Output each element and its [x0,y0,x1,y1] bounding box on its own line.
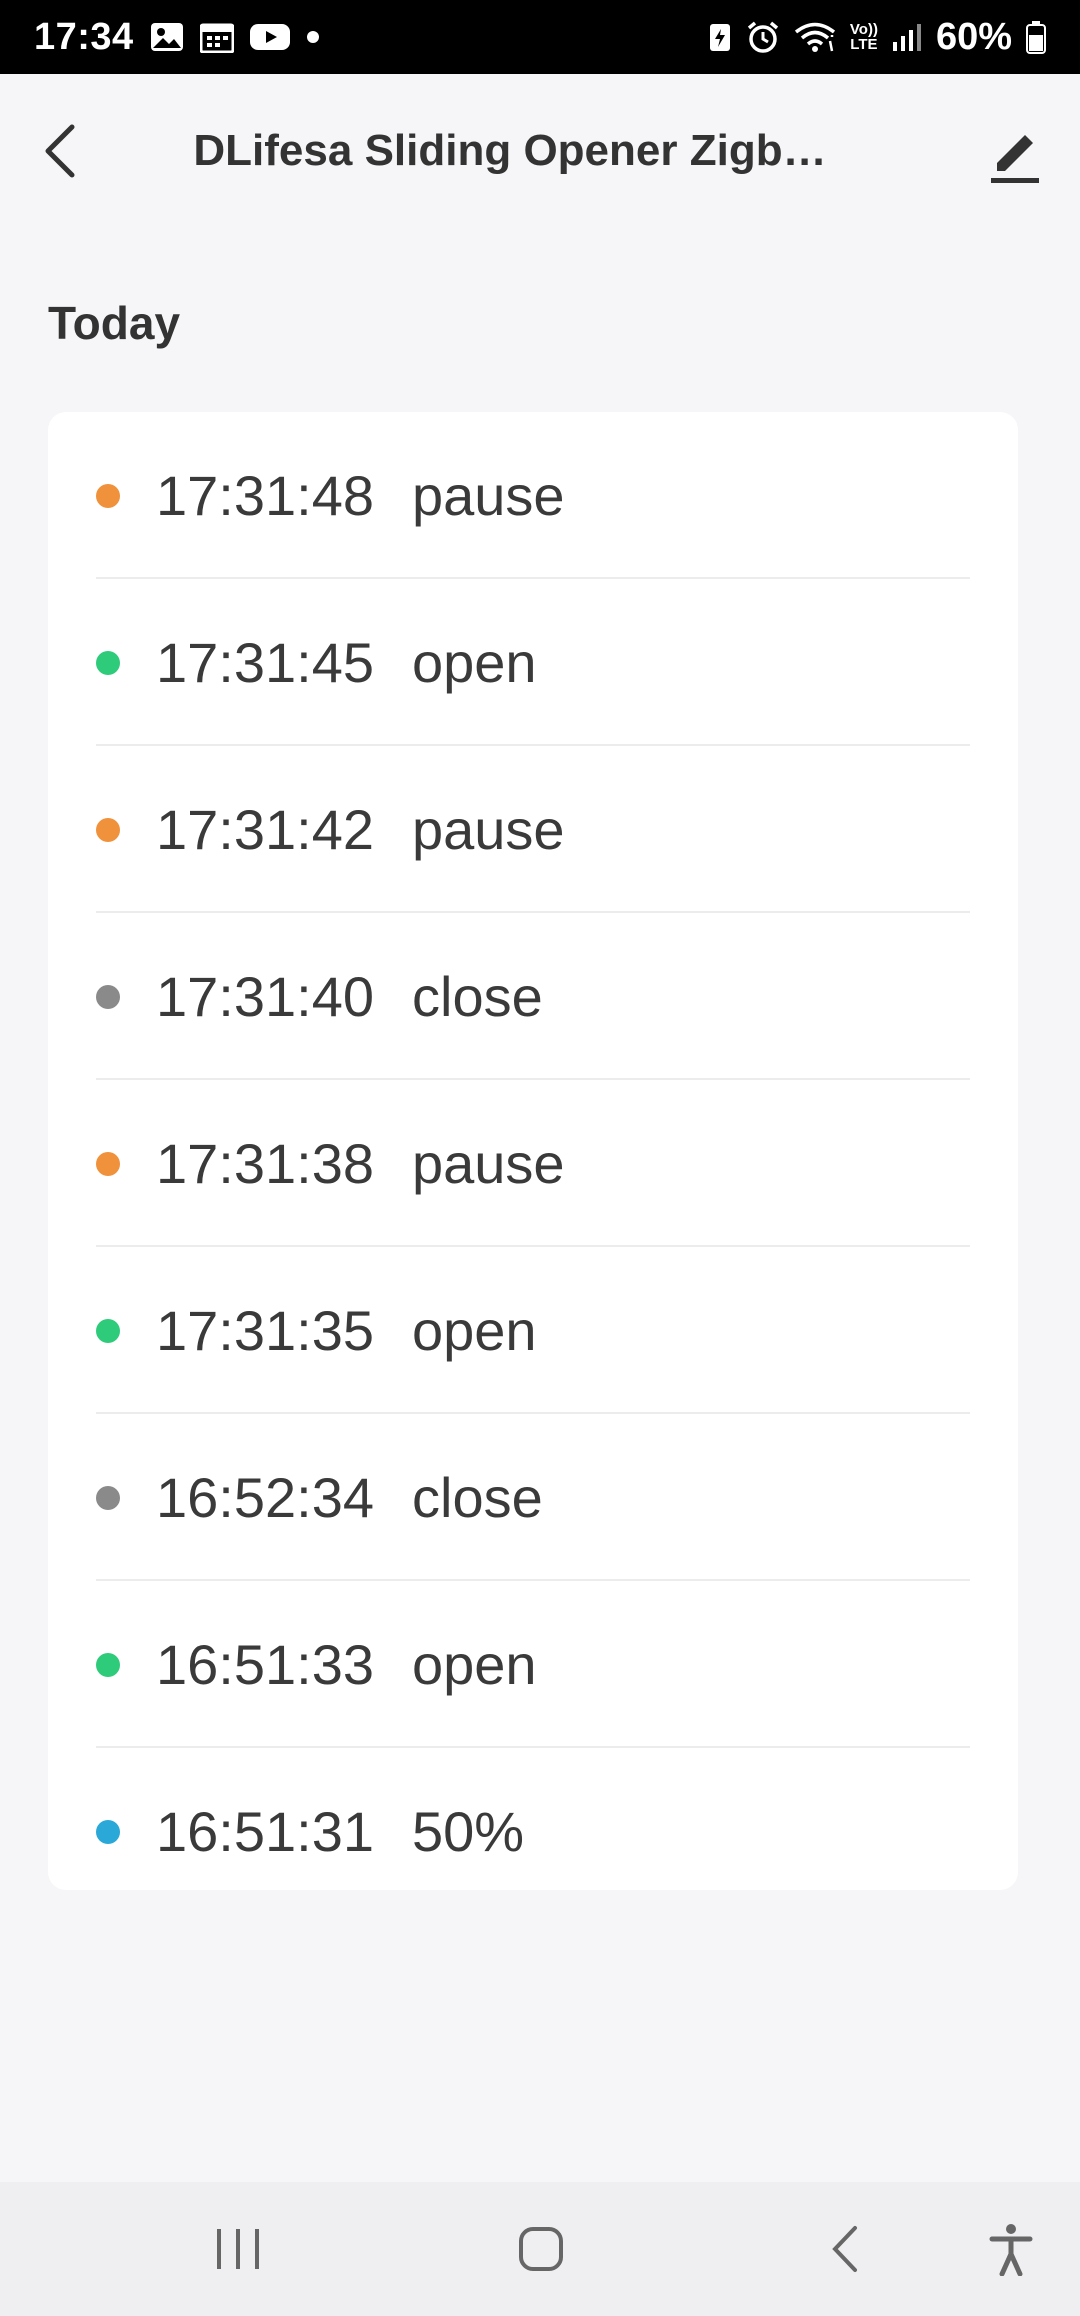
calendar-icon [199,21,234,53]
page-title: DLifesa Sliding Opener Zigb… [193,126,827,175]
status-dot [96,1819,120,1844]
status-dot [96,483,120,508]
log-item: 17:31:42 pause [48,746,1018,913]
chevron-left-icon [45,124,75,178]
battery-icon [1026,20,1046,54]
battery-saver-icon [708,21,732,53]
log-time: 17:31:45 [156,631,374,694]
pencil-icon [991,135,1039,183]
status-bar: 17:34 Vo)) LTE 60% [0,0,1080,74]
log-time: 17:31:42 [156,798,374,861]
log-item: 17:31:35 open [48,1247,1018,1414]
accessibility-icon [989,2224,1033,2276]
status-dot [96,1318,120,1343]
log-time: 17:31:40 [156,965,374,1028]
status-time: 17:34 [34,15,134,58]
home-button[interactable] [496,2212,586,2286]
log-time: 17:31:38 [156,1132,374,1195]
status-dot [96,817,120,842]
log-time: 16:52:34 [156,1466,374,1529]
log-action: pause [412,464,565,527]
log-time: 16:51:31 [156,1800,374,1863]
youtube-icon [249,22,290,52]
status-dot [96,650,120,675]
lte-label: LTE [850,36,878,53]
log-action: open [412,631,537,694]
battery-percent: 60% [935,15,1012,58]
alarm-icon [746,20,780,54]
section-title-today: Today [48,297,181,349]
status-dot [96,1485,120,1510]
recents-icon [217,2229,259,2269]
gallery-icon [150,22,184,52]
dot-icon [306,30,320,44]
log-item: 17:31:38 pause [48,1080,1018,1247]
log-action: 50% [412,1800,525,1863]
log-item: 17:31:45 open [48,579,1018,746]
status-dot [96,984,120,1009]
log-item: 16:51:31 50% [48,1748,1018,1890]
volte-label: Vo)) [849,21,878,38]
volte-icon: Vo)) LTE [850,22,878,52]
status-dot [96,1151,120,1176]
log-time: 17:31:48 [156,464,374,527]
edit-button[interactable] [980,122,1050,192]
log-action: pause [412,1132,565,1195]
log-item: 17:31:40 close [48,913,1018,1080]
nav-back-button[interactable] [800,2212,890,2286]
status-dot [96,1652,120,1677]
log-time: 16:51:33 [156,1633,374,1696]
log-item: 16:51:33 open [48,1581,1018,1748]
app-header: DLifesa Sliding Opener Zigb… [0,74,1080,234]
home-icon [519,2227,563,2271]
log-item: 16:52:34 close [48,1414,1018,1581]
log-item: 17:31:48 pause [48,412,1018,579]
accessibility-button[interactable] [966,2212,1056,2286]
log-list: 17:31:48 pause 17:31:45 open 17:31:42 pa… [48,412,1018,1890]
back-icon [832,2226,857,2272]
log-time: 17:31:35 [156,1299,374,1362]
log-action: open [412,1633,537,1696]
signal-icon [892,22,922,52]
log-action: close [412,1466,543,1529]
log-action: pause [412,798,565,861]
system-nav-bar [0,2182,1080,2316]
wifi-icon [794,21,836,53]
log-action: close [412,965,543,1028]
log-action: open [412,1299,537,1362]
back-button[interactable] [30,116,90,186]
recents-button[interactable] [193,2212,283,2286]
